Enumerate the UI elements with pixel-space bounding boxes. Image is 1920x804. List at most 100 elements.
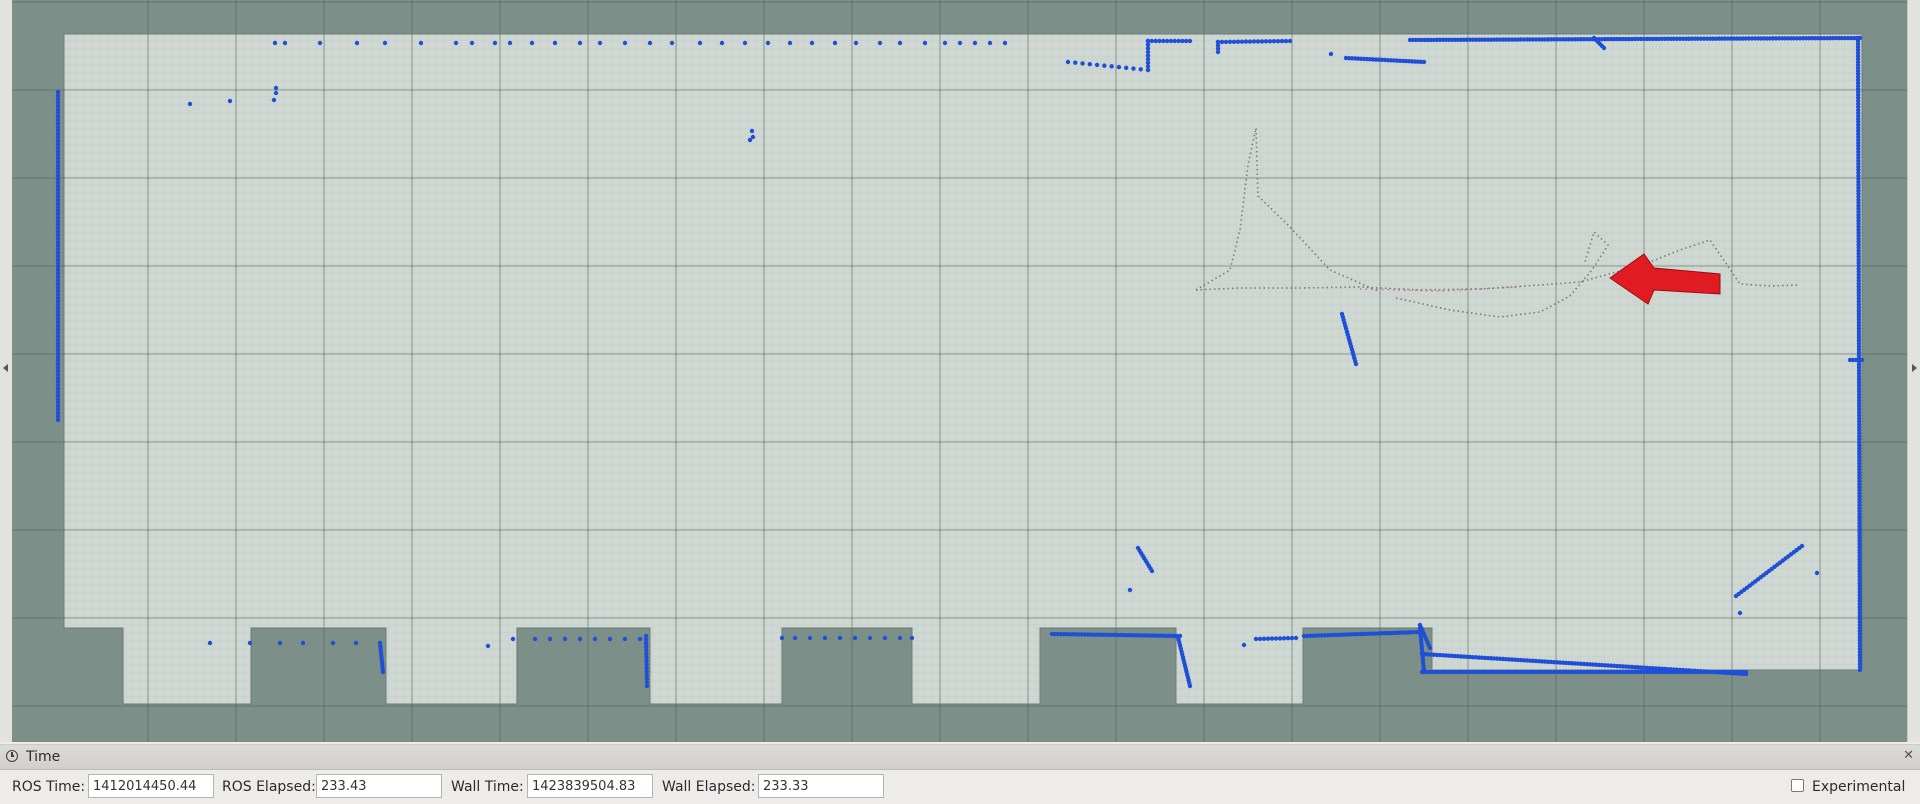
scan-point [822,635,828,641]
scan-point [577,40,583,46]
scan-point [882,635,888,641]
scan-point [1087,61,1093,67]
scan-point [55,417,61,423]
scan-point [1219,39,1225,45]
scan-point [897,635,903,641]
collapse-right-arrow-icon[interactable] [1912,364,1917,372]
time-panel-title: Time [26,749,61,765]
scan-point [1737,610,1743,616]
time-fields-row: ROS Time: 1412014450.44 ROS Elapsed: 233… [0,773,1920,801]
scan-point [532,636,538,642]
scan-point [1814,570,1820,576]
scan-point [897,40,903,46]
scan-point [607,636,613,642]
scan-point [1263,39,1269,44]
scan-point [1257,636,1263,642]
scan-point [1161,38,1166,44]
ros-elapsed-label: ROS Elapsed: [222,779,316,795]
scan-point [719,40,725,46]
render-viewport[interactable] [0,0,1920,742]
ros-elapsed-field[interactable]: 233.43 [316,774,442,798]
scan-point [529,40,535,46]
wall-time-field[interactable]: 1423839504.83 [527,774,653,798]
ros-time-field[interactable]: 1412014450.44 [88,774,214,798]
scan-point [330,640,336,646]
scan-point [1269,636,1275,641]
time-panel-titlebar[interactable]: Time ✕ [0,745,1920,770]
scan-point [1131,66,1136,71]
scan-point [957,40,963,46]
scan-point [1241,642,1247,648]
rviz-window: Time ✕ ROS Time: 1412014450.44 ROS Elaps… [0,0,1920,804]
scan-point [1799,543,1805,549]
scan-point [247,640,253,646]
scan-point [187,101,193,107]
scan-point [853,40,859,46]
scan-point [353,640,359,646]
scan-point [837,635,843,641]
time-panel: Time ✕ ROS Time: 1412014450.44 ROS Elaps… [0,744,1920,804]
scan-point [807,635,813,641]
scan-point [1743,669,1749,675]
scan-point [271,97,277,103]
scan-point [622,636,628,642]
scan-point [1287,38,1293,44]
scan-point [1251,39,1257,44]
scan-point [1427,645,1433,651]
scan-point [1157,38,1162,44]
scan-point [562,636,568,642]
occupancy-map[interactable] [12,0,1908,742]
scan-point [1239,39,1245,44]
scan-point [552,40,558,46]
right-splitter-handle[interactable] [1907,0,1920,742]
ros-time-label: ROS Time: [12,779,86,795]
scan-point [1153,38,1158,44]
scan-point [909,635,915,641]
scan-point [277,640,283,646]
scan-point [972,40,978,46]
scan-point [469,40,475,46]
scan-point [922,40,928,46]
scan-point [1149,568,1155,574]
scan-point [300,640,306,646]
scan-point [787,40,793,46]
scan-point [1187,683,1193,689]
scan-point [644,683,650,689]
scan-point [1073,60,1078,65]
scan-point [282,40,288,46]
scan-point [867,635,873,641]
scan-point [592,636,598,642]
scan-point [877,40,883,46]
scan-point [1149,38,1155,44]
wall-elapsed-field[interactable]: 233.33 [758,774,884,798]
scan-point [1127,587,1133,593]
scan-point [272,40,278,46]
free-space-texture [64,34,1862,704]
close-panel-button[interactable]: ✕ [1903,748,1914,763]
scan-point [1328,51,1334,57]
scan-point [1261,636,1267,641]
scan-point [1247,39,1253,44]
scan-point [382,40,388,46]
scan-point [1172,38,1177,44]
collapse-left-arrow-icon[interactable] [3,364,8,372]
scan-point [1176,38,1181,44]
scan-point [792,635,798,641]
scan-point [779,635,785,641]
scan-point [510,636,516,642]
scan-point [485,643,491,649]
scan-point [1231,39,1237,44]
scan-point [1277,636,1283,641]
experimental-checkbox[interactable] [1791,779,1804,792]
scan-point [750,134,756,140]
scan-point [1080,61,1085,66]
scan-point [749,128,755,134]
map-background [12,0,1908,742]
scan-point [507,40,513,46]
scan-point [317,40,323,46]
scan-point [1145,67,1151,73]
scan-point [1283,38,1289,44]
scan-point [577,636,583,642]
scan-point [1275,38,1281,44]
scan-point [1116,64,1122,70]
